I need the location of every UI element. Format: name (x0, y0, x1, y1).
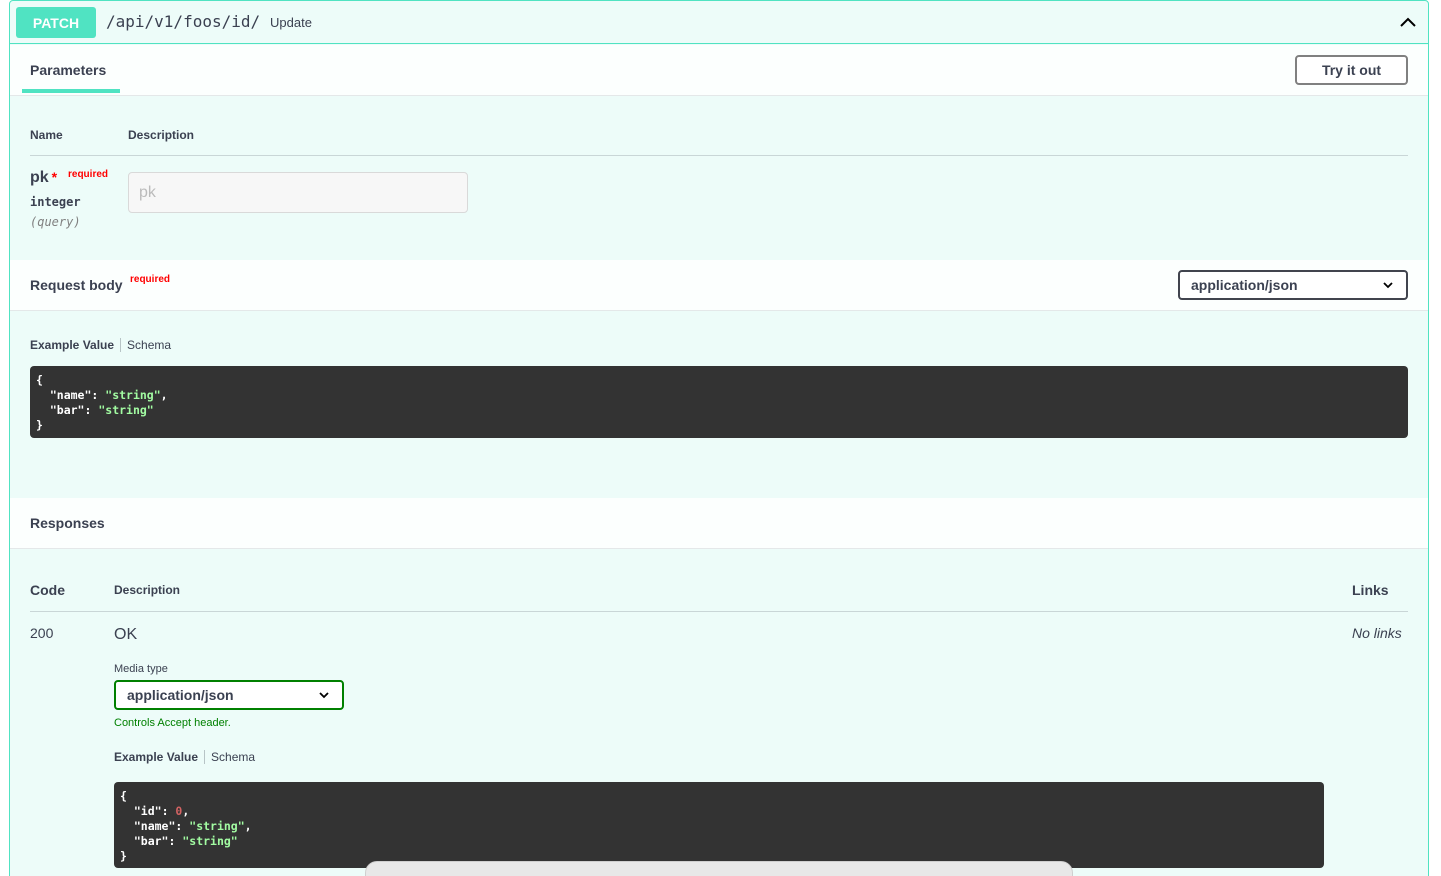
column-response-description-header: Description (114, 583, 181, 597)
pk-input[interactable] (128, 172, 468, 213)
request-content-type-value: application/json (1191, 277, 1298, 293)
response-description: OK (114, 626, 138, 643)
request-body-title: Request body (30, 277, 123, 293)
operation-block-patch: PATCH /api/v1/foos/id/ Update Parameters… (9, 0, 1429, 876)
operation-summary[interactable]: PATCH /api/v1/foos/id/ Update (10, 1, 1428, 44)
tab-example-value[interactable]: Example Value (114, 750, 198, 764)
required-star: * (51, 169, 58, 185)
tab-separator (120, 338, 122, 352)
request-content-type-select[interactable]: application/json (1178, 270, 1408, 300)
request-body-required-label: required (130, 274, 171, 285)
tab-separator (204, 750, 206, 764)
column-code-header: Code (30, 582, 65, 598)
column-links-header: Links (1352, 582, 1389, 598)
responses-table-divider (30, 611, 1408, 612)
responses-title: Responses (30, 515, 105, 531)
chevron-up-icon[interactable] (1398, 13, 1418, 33)
param-name-text: pk (30, 169, 49, 186)
param-name: pk * (30, 169, 57, 187)
column-name-header: Name (30, 128, 63, 142)
tab-schema[interactable]: Schema (127, 338, 171, 352)
chevron-down-icon (1383, 282, 1393, 289)
param-location: (query) (30, 215, 81, 229)
param-required-label: required (68, 169, 109, 180)
controls-accept-hint: Controls Accept header. (114, 717, 231, 729)
response-example-code: { "id": 0, "name": "string", "bar": "str… (114, 782, 1324, 868)
http-method-badge: PATCH (16, 7, 96, 38)
response-code: 200 (30, 625, 54, 641)
response-media-type-select[interactable]: application/json (114, 680, 344, 710)
operation-summary-text: Update (270, 15, 312, 30)
response-media-type-value: application/json (127, 687, 234, 703)
tab-active-indicator (22, 89, 120, 93)
parameters-header: Parameters (10, 45, 1428, 96)
request-example-code: { "name": "string", "bar": "string" } (30, 366, 1408, 438)
responses-header: Responses (10, 498, 1428, 549)
tab-example-value[interactable]: Example Value (30, 338, 114, 352)
tab-schema[interactable]: Schema (211, 750, 255, 764)
response-example-tabs: Example Value Schema (114, 750, 255, 764)
column-description-header: Description (128, 128, 195, 142)
request-example-tabs: Example Value Schema (30, 338, 171, 352)
tab-parameters[interactable]: Parameters (30, 62, 106, 78)
media-type-label: Media type (114, 663, 168, 675)
response-links: No links (1352, 625, 1402, 641)
param-type: integer (30, 195, 81, 209)
chevron-down-icon (319, 692, 329, 699)
try-it-out-button[interactable]: Try it out (1295, 55, 1408, 85)
endpoint-path: /api/v1/foos/id/ (106, 12, 261, 31)
taskbar-dock (365, 861, 1073, 876)
table-divider (30, 155, 1408, 156)
